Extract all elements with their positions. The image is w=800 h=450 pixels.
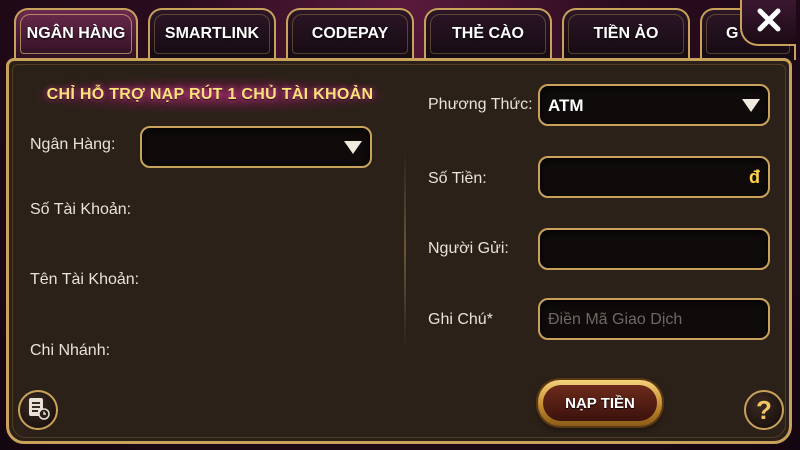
close-icon bbox=[755, 6, 783, 39]
tab-tien-ao[interactable]: TIỀN ẢO bbox=[562, 8, 690, 60]
history-button[interactable] bbox=[18, 390, 58, 430]
tab-codepay[interactable]: CODEPAY bbox=[286, 8, 414, 60]
help-icon: ? bbox=[756, 395, 772, 425]
method-select[interactable]: ATM bbox=[538, 84, 770, 126]
tab-the-cao[interactable]: THẺ CÀO bbox=[424, 8, 552, 60]
help-button[interactable]: ? bbox=[744, 390, 784, 430]
tab-smartlink[interactable]: SMARTLINK bbox=[148, 8, 276, 60]
note-input[interactable]: Điền Mã Giao Dịch bbox=[538, 298, 770, 340]
notice-banner: CHỈ HỖ TRỢ NẠP RÚT 1 CHỦ TÀI KHOẢN bbox=[36, 78, 384, 112]
deposit-button[interactable]: NẠP TIỀN bbox=[538, 380, 662, 426]
amount-input[interactable]: đ bbox=[538, 156, 770, 198]
notice-text: CHỈ HỖ TRỢ NẠP RÚT 1 CHỦ TÀI KHOẢN bbox=[46, 86, 374, 103]
close-button[interactable] bbox=[740, 0, 796, 46]
bank-label: Ngân Hàng: bbox=[30, 136, 116, 153]
account-number-label: Số Tài Khoản: bbox=[30, 201, 132, 218]
branch-label: Chi Nhánh: bbox=[30, 342, 111, 359]
tab-label: TIỀN ẢO bbox=[593, 25, 659, 42]
tab-ngan-hang[interactable]: NGÂN HÀNG bbox=[14, 8, 138, 60]
bank-select[interactable] bbox=[140, 126, 372, 168]
chevron-down-icon bbox=[742, 99, 760, 112]
currency-suffix: đ bbox=[749, 167, 760, 187]
account-name-label: Tên Tài Khoản: bbox=[30, 271, 140, 288]
note-placeholder: Điền Mã Giao Dịch bbox=[548, 311, 683, 328]
tab-label: SMARTLINK bbox=[164, 25, 260, 42]
deposit-button-label: NẠP TIỀN bbox=[543, 385, 657, 421]
history-icon bbox=[26, 396, 50, 425]
method-label: Phương Thức: bbox=[428, 96, 533, 113]
amount-label: Số Tiền: bbox=[428, 170, 487, 187]
tab-label: G bbox=[726, 25, 739, 42]
tab-label: NGÂN HÀNG bbox=[26, 25, 126, 42]
tab-label: THẺ CÀO bbox=[452, 25, 524, 42]
sender-label: Người Gửi: bbox=[428, 240, 509, 257]
column-divider bbox=[404, 150, 406, 350]
sender-input[interactable] bbox=[538, 228, 770, 270]
chevron-down-icon bbox=[344, 141, 362, 154]
method-select-value: ATM bbox=[548, 96, 584, 115]
note-label: Ghi Chú* bbox=[428, 311, 493, 328]
tab-label: CODEPAY bbox=[311, 25, 389, 42]
